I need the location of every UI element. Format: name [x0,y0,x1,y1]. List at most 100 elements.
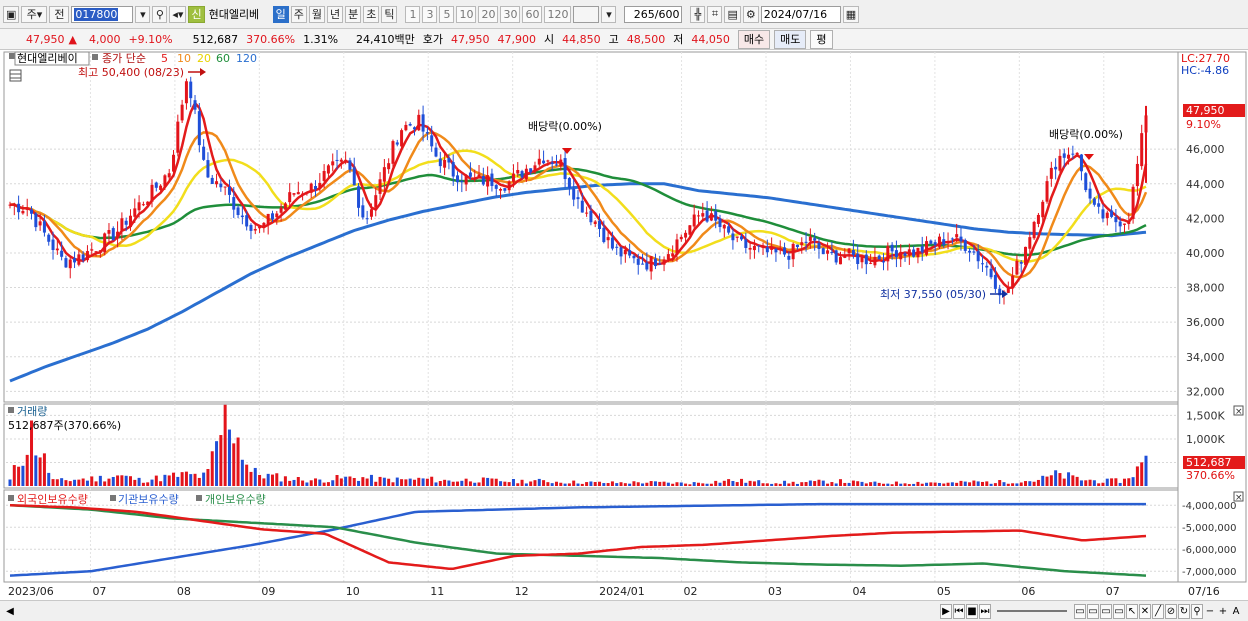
candle-body [602,227,606,243]
zoom-minus-button[interactable]: − [1204,604,1216,619]
font-size-button[interactable]: A [1230,604,1242,619]
sound-icon[interactable]: ◂▾ [169,5,187,23]
search-icon[interactable]: ⚲ [152,5,168,23]
holding-toggle-icon[interactable] [8,495,14,501]
layout-icon-2[interactable]: ▭ [1087,603,1099,619]
play-button[interactable]: ▶ [940,603,952,619]
interval-button-60[interactable]: 60 [522,5,543,23]
candle-body [507,181,511,191]
interval-button-3[interactable]: 3 [422,5,438,23]
candle-body [365,218,369,220]
volume-bar [167,475,171,486]
candle-body [421,114,425,132]
volume-bar [524,483,528,486]
interval-button-120[interactable]: 120 [544,5,572,23]
period-button-4[interactable]: 분 [345,5,362,23]
volume-bar [8,479,12,486]
window-icon[interactable]: ▣ [3,5,20,23]
stock-chart-svg[interactable]: 32,000 34,000 36,000 38,000 40,000 42,000 44,0… [0,50,1248,600]
candle-body [1097,203,1101,207]
candle-body [851,249,855,255]
candle-body [989,268,993,278]
market-select[interactable]: 주 ▾ [21,5,48,23]
lock-icon[interactable]: ⊘ [1165,603,1177,619]
period-buttons: 일주월년분초틱 [272,5,398,23]
sell-button[interactable]: 매도 [774,29,807,49]
save-icon[interactable]: ▤ [724,5,741,23]
cross-icon[interactable]: ✕ [1139,603,1151,619]
layout-icon-1[interactable]: ▭ [1074,603,1086,619]
candle-body [653,258,657,267]
stop-button[interactable]: ■ [966,603,978,619]
volume-bar [701,483,705,486]
volume-bar [451,481,455,486]
interval-button-5[interactable]: 5 [439,5,455,23]
scroll-left-icon[interactable]: ◀ [4,604,16,619]
first-button[interactable]: ⏮ [953,603,965,619]
chart-area[interactable]: 32,000 34,000 36,000 38,000 40,000 42,000 44,0… [0,50,1248,600]
interval-input[interactable] [573,5,600,23]
candle-body [499,189,503,191]
interval-button-10[interactable]: 10 [456,5,477,23]
volume-bar [344,476,348,486]
individual-toggle-icon[interactable] [196,495,202,501]
eval-button[interactable]: 평 [810,29,833,49]
volume-bar [499,481,503,486]
period-button-0[interactable]: 일 [272,5,289,23]
panel-toggle-icon[interactable] [9,53,15,59]
code-dropdown-icon[interactable]: ▾ [135,5,151,23]
zoom-slider[interactable] [997,610,1067,612]
volume-bar [1015,483,1019,486]
institution-toggle-icon[interactable] [110,495,116,501]
last-button[interactable]: ⏭ [979,603,991,619]
holding-close-glyph: × [1235,493,1243,503]
table-icon[interactable] [9,69,22,82]
candle-body [481,176,485,185]
interval-button-1[interactable]: 1 [405,5,421,23]
buy-button[interactable]: 매수 [737,29,771,49]
volume-bar [94,481,98,486]
interval-button-20[interactable]: 20 [478,5,499,23]
calendar-icon[interactable]: ▦ [842,5,860,23]
volume-toggle-icon[interactable] [8,407,14,413]
candle-body [933,242,937,246]
candle-body [253,228,257,231]
volume-bar [369,474,373,486]
ma-toggle-icon[interactable] [92,54,98,60]
refresh-icon[interactable]: ↻ [1178,603,1190,619]
candle-body [391,141,395,164]
volume-bar [133,479,137,486]
period-button-6[interactable]: 틱 [381,5,398,23]
date-input[interactable]: 2024/07/16 [760,5,841,23]
layout-icon-3[interactable]: ▭ [1100,603,1112,619]
candle-body [1110,210,1114,217]
volume-bar [864,483,868,486]
candle-body [236,207,240,215]
candle-body [972,251,976,253]
prev-button[interactable]: 전 [49,5,70,23]
interval-dropdown-icon[interactable]: ▾ [601,5,617,23]
candle-body [210,177,214,184]
zoom-search-icon[interactable]: ⚲ [1191,603,1203,619]
volume-bar [636,482,640,486]
draw-tool-icon[interactable]: ⌗ [707,5,723,23]
time-axis-label: 05 [937,585,951,598]
time-axis-label: 09 [261,585,275,598]
candle-body [623,249,627,255]
cursor-icon[interactable]: ↖ [1126,603,1138,619]
stock-code-input[interactable]: 017800 [71,5,134,23]
line-icon[interactable]: ╱ [1152,603,1164,619]
period-button-2[interactable]: 월 [308,5,325,23]
zoom-plus-button[interactable]: + [1217,604,1229,619]
candle-type-icon[interactable]: ╬ [690,5,706,23]
candle-body [1045,181,1049,202]
candle-body [232,197,236,210]
settings-gear-icon[interactable]: ⚙ [742,5,759,23]
period-button-5[interactable]: 초 [363,5,380,23]
volume-bar [468,481,472,486]
interval-button-30[interactable]: 30 [500,5,521,23]
period-button-3[interactable]: 년 [326,5,344,23]
period-button-1[interactable]: 주 [290,5,307,23]
layout-icon-4[interactable]: ▭ [1113,603,1125,619]
bar-count-input[interactable]: 265/600 [624,5,683,23]
